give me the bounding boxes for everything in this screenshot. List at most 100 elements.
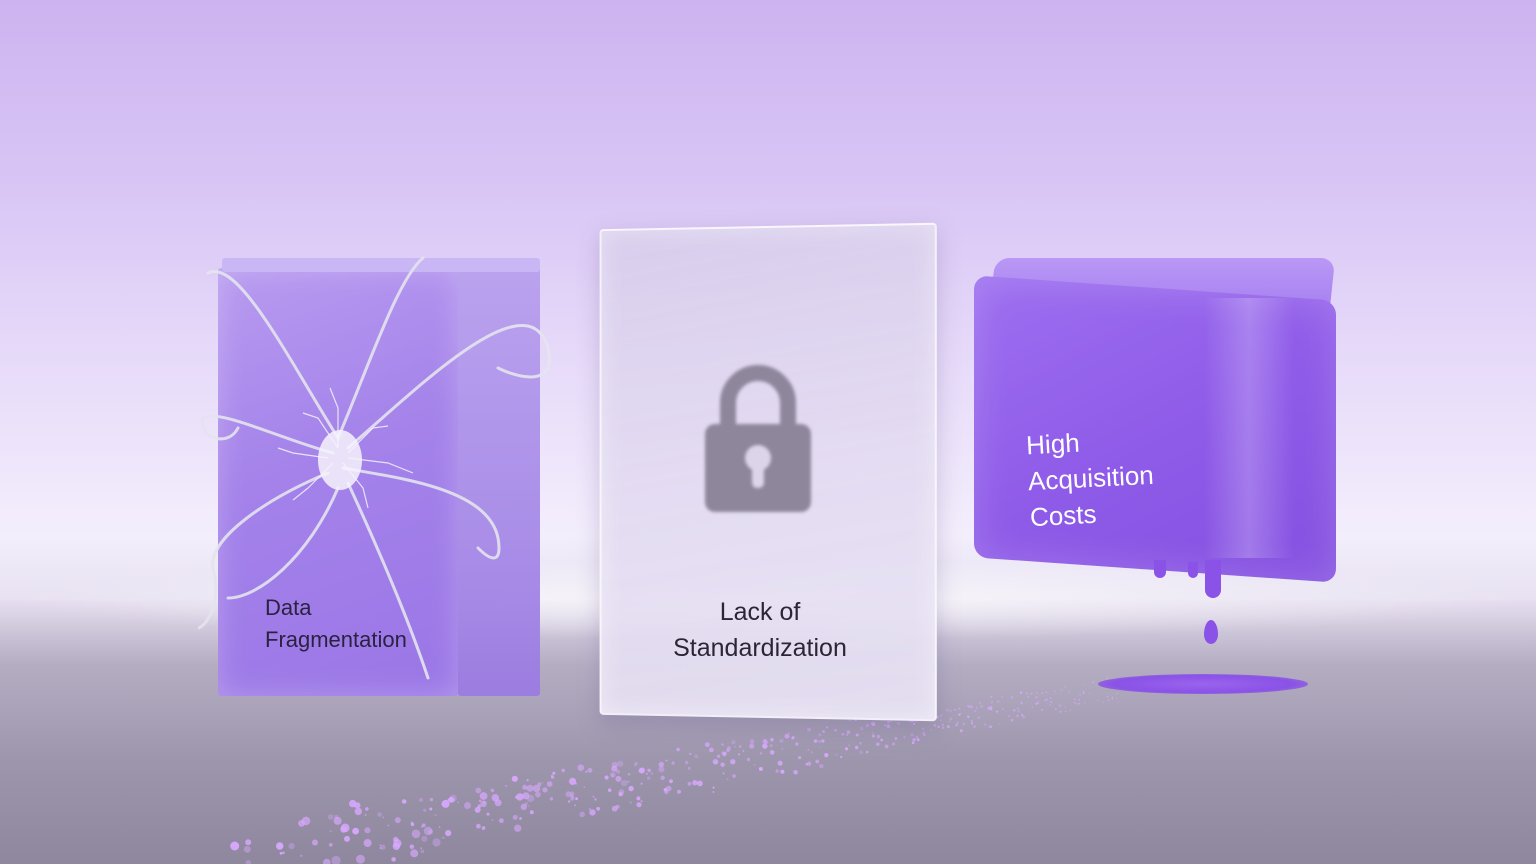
particle <box>970 722 974 725</box>
particle <box>730 759 736 765</box>
particle <box>769 750 775 755</box>
particle <box>604 775 609 780</box>
particle <box>634 764 637 766</box>
particle <box>777 760 783 766</box>
particle <box>737 753 741 756</box>
particle <box>1035 691 1038 694</box>
particle <box>967 705 971 708</box>
particle <box>1036 701 1040 704</box>
particle <box>1079 694 1081 696</box>
particle <box>1111 698 1114 700</box>
particle <box>1027 695 1030 698</box>
particle <box>616 769 621 774</box>
particle <box>585 770 588 773</box>
particle <box>855 745 859 750</box>
particle <box>848 719 851 722</box>
particle <box>546 781 553 787</box>
drip-small <box>1188 562 1198 578</box>
particle <box>410 821 414 825</box>
particle <box>511 775 518 782</box>
particle <box>411 829 421 839</box>
particle <box>1073 698 1076 700</box>
particle <box>1068 690 1071 693</box>
particle <box>697 780 703 787</box>
particle <box>807 748 810 751</box>
particle <box>561 768 565 773</box>
particle <box>989 707 993 711</box>
particle <box>962 722 966 726</box>
particle <box>694 754 699 759</box>
particle <box>647 776 651 780</box>
particle <box>886 724 891 729</box>
particle <box>344 835 350 842</box>
particle <box>475 787 482 794</box>
particle <box>677 789 681 794</box>
particle <box>574 804 576 807</box>
particle <box>1064 686 1067 688</box>
particle <box>491 794 499 802</box>
particle <box>552 771 556 775</box>
particle <box>434 814 437 817</box>
particle <box>684 760 689 765</box>
particle <box>567 800 571 803</box>
particle <box>959 729 963 733</box>
particle <box>1055 708 1057 711</box>
particle <box>876 734 881 739</box>
particle <box>1060 689 1063 692</box>
particle <box>722 772 725 775</box>
particle <box>896 721 901 726</box>
illustration-scene: Data Fragmentation Lack of Standardizati… <box>0 0 1536 864</box>
particle <box>645 772 648 775</box>
particle <box>583 786 586 788</box>
particle <box>596 806 600 811</box>
particle <box>910 733 914 737</box>
particle <box>391 857 396 862</box>
particle <box>977 716 980 719</box>
particle <box>409 844 414 848</box>
particle <box>779 738 784 743</box>
particle <box>1082 690 1085 692</box>
particle <box>474 806 481 813</box>
particle <box>1069 709 1072 712</box>
particle <box>912 738 916 742</box>
particle <box>1078 702 1080 705</box>
particle <box>826 726 829 729</box>
particle <box>1083 684 1086 686</box>
particle <box>549 797 554 801</box>
particle <box>410 849 419 858</box>
particle <box>995 710 999 713</box>
particle <box>846 733 848 736</box>
particle <box>813 739 818 743</box>
particle <box>676 747 680 752</box>
particle <box>638 768 643 773</box>
particle <box>911 741 915 744</box>
particle <box>364 813 367 817</box>
particle <box>1106 695 1109 698</box>
particle <box>1017 709 1020 713</box>
particle <box>795 742 799 746</box>
particle <box>658 761 664 768</box>
particle <box>712 786 715 789</box>
particle <box>1097 699 1099 701</box>
particle <box>765 741 769 744</box>
particle <box>798 756 802 760</box>
particle <box>872 722 876 727</box>
particle <box>542 787 548 793</box>
particle <box>903 736 906 739</box>
costs-cube-highlight <box>1204 298 1294 558</box>
particle <box>526 784 534 792</box>
falling-drop <box>1204 620 1218 644</box>
particle <box>323 858 331 864</box>
costs-label-line3: Costs <box>1029 498 1098 533</box>
particle <box>537 782 542 787</box>
particle <box>329 830 332 833</box>
particle <box>380 844 386 850</box>
particle <box>1107 699 1110 702</box>
particle <box>990 700 994 704</box>
particle <box>491 819 494 821</box>
particle <box>640 800 643 803</box>
particle <box>742 750 745 752</box>
particle <box>429 807 433 811</box>
particle <box>884 744 889 749</box>
particle <box>1078 698 1080 701</box>
